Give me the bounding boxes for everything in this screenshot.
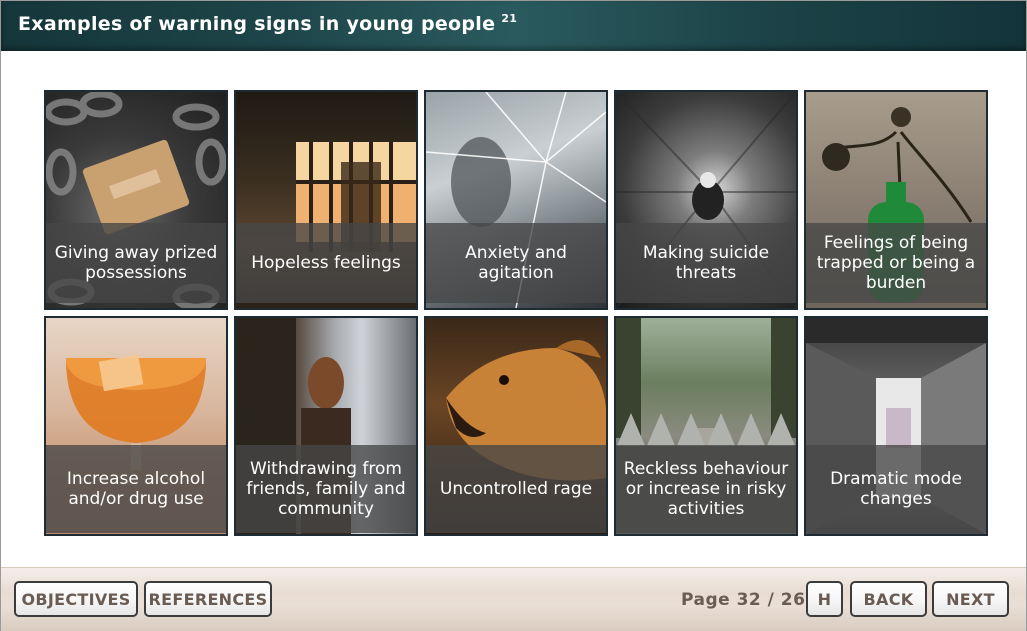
tile-caption: Giving away prized possessions [46,223,226,303]
home-button[interactable]: H [806,581,843,617]
page-title-text: Examples of warning signs in young peopl… [18,13,496,35]
tile-caption: Uncontrolled rage [426,445,606,533]
slide-header: Examples of warning signs in young peopl… [1,1,1026,51]
tile-withdrawing[interactable]: Withdrawing from friends, family and com… [234,316,418,536]
tile-caption: Hopeless feelings [236,223,416,303]
tile-alcohol-drug-use[interactable]: Increase alcohol and/or drug use [44,316,228,536]
back-button[interactable]: BACK [850,581,927,617]
warning-signs-grid: Giving away prized possessions Hopeless … [44,90,988,536]
tile-reckless-behaviour[interactable]: Reckless behaviour or increase in risky … [614,316,798,536]
tile-making-suicide-threats[interactable]: Making suicide threats [614,90,798,310]
tile-giving-away-possessions[interactable]: Giving away prized possessions [44,90,228,310]
tile-caption: Dramatic mode changes [806,445,986,533]
navigation-footer: OBJECTIVES REFERENCES Page 32 / 26 H BAC… [1,567,1026,631]
slide-frame: Examples of warning signs in young peopl… [0,0,1027,631]
tile-caption: Reckless behaviour or increase in risky … [616,445,796,533]
page-title: Examples of warning signs in young peopl… [18,12,517,35]
page-indicator: Page 32 / 26 [681,590,806,610]
next-button[interactable]: NEXT [932,581,1009,617]
references-button[interactable]: REFERENCES [144,581,272,617]
tile-caption: Increase alcohol and/or drug use [46,445,226,533]
tile-caption: Making suicide threats [616,223,796,303]
tile-dramatic-mode-changes[interactable]: Dramatic mode changes [804,316,988,536]
tile-feelings-trapped-burden[interactable]: Feelings of being trapped or being a bur… [804,90,988,310]
objectives-button[interactable]: OBJECTIVES [14,581,138,617]
tile-caption: Feelings of being trapped or being a bur… [806,223,986,303]
tile-anxiety-agitation[interactable]: Anxiety and agitation [424,90,608,310]
tile-hopeless-feelings[interactable]: Hopeless feelings [234,90,418,310]
tile-caption: Withdrawing from friends, family and com… [236,445,416,533]
tile-uncontrolled-rage[interactable]: Uncontrolled rage [424,316,608,536]
tile-caption: Anxiety and agitation [426,223,606,303]
footnote-marker: 21 [501,12,518,25]
